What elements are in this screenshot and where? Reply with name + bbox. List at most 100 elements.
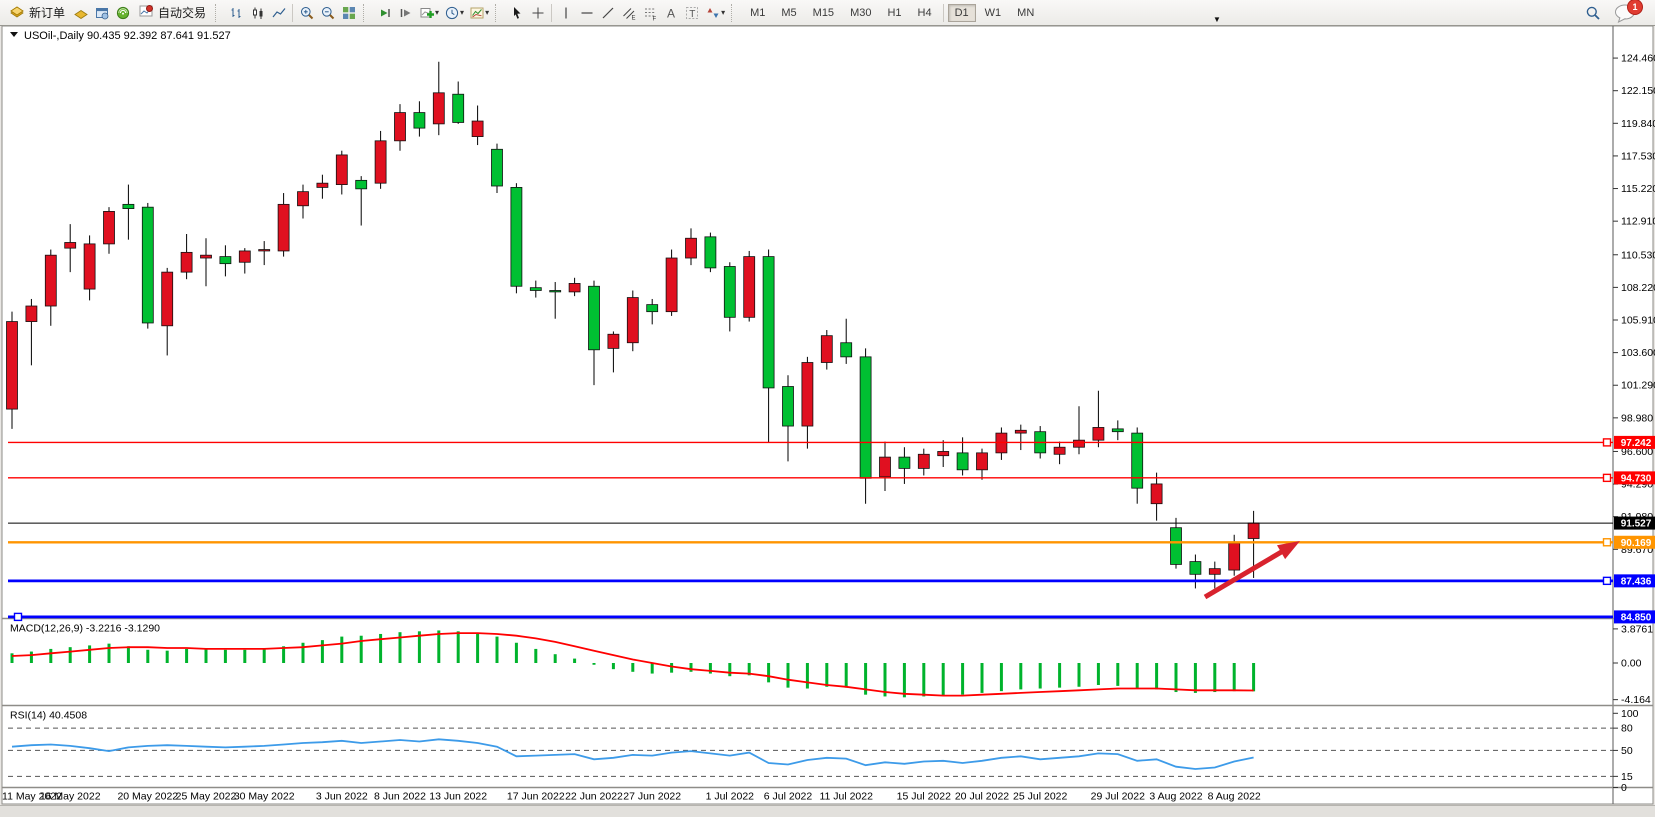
templates-dropdown-icon[interactable]: [466, 3, 487, 23]
line-handle[interactable]: [1604, 539, 1611, 546]
timeframe-toolbar: M1M5M15M30H1H4 D1W1MN: [742, 4, 1042, 22]
market-watch-icon[interactable]: [112, 3, 133, 23]
price-label-94.730: 94.730: [1614, 471, 1655, 484]
window-bottom-edge: [0, 805, 1655, 817]
date-tick-label: 8 Aug 2022: [1208, 791, 1261, 803]
timeframe-w1[interactable]: W1: [978, 4, 1009, 22]
macd-bar: [728, 663, 731, 676]
price-label-90.169: 90.169: [1614, 536, 1655, 549]
macd-bar: [573, 659, 576, 663]
candle: [627, 290, 638, 351]
chat-icon[interactable]: 1: [1613, 3, 1639, 23]
line-handle[interactable]: [1604, 577, 1611, 584]
line-handle[interactable]: [1604, 439, 1611, 446]
date-tick-label: 22 Jun 2022: [565, 791, 623, 803]
chart-title: USOil-,Daily 90.435 92.392 87.641 91.527: [24, 30, 231, 42]
text-label-icon[interactable]: T: [681, 3, 702, 23]
chart-area[interactable]: USOil-,Daily 90.435 92.392 87.641 91.527…: [0, 26, 1655, 805]
chevron-down-icon[interactable]: ▾: [460, 8, 464, 17]
horizontal-line-icon[interactable]: [576, 3, 597, 23]
price-tick-label: 101.290: [1621, 380, 1655, 392]
macd-bar: [1252, 663, 1255, 691]
chevron-down-icon[interactable]: ▾: [721, 8, 725, 17]
zoom-out-icon[interactable]: [317, 3, 338, 23]
macd-bar: [30, 652, 33, 663]
macd-bar: [496, 637, 499, 663]
cursor-icon[interactable]: [506, 3, 527, 23]
macd-bar: [1039, 663, 1042, 689]
timeframe-h1[interactable]: H1: [880, 4, 908, 22]
candlestick-chart-icon[interactable]: [247, 3, 268, 23]
macd-bar: [709, 663, 712, 674]
profiles-icon[interactable]: [91, 3, 112, 23]
auto-trading-icon: [138, 3, 154, 22]
price-tick-label: 98.980: [1621, 412, 1653, 424]
timeframe-m5[interactable]: M5: [774, 4, 803, 22]
macd-bar: [302, 643, 305, 663]
price-label-91.527: 91.527: [1614, 517, 1655, 530]
macd-bar: [1213, 663, 1216, 692]
line-handle[interactable]: [1604, 474, 1611, 481]
new-order-button[interactable]: 新订单: [4, 1, 70, 24]
auto-scroll-icon[interactable]: [374, 3, 395, 23]
macd-scale-label: 3.8761: [1621, 623, 1653, 635]
chevron-down-icon[interactable]: ▾: [435, 8, 439, 17]
search-icon[interactable]: [1582, 3, 1603, 23]
equidistant-channel-icon[interactable]: E: [618, 3, 639, 23]
chart-shift-icon[interactable]: [395, 3, 416, 23]
periods-dropdown-icon[interactable]: [441, 3, 462, 23]
svg-text:T: T: [689, 8, 695, 19]
macd-bar: [942, 663, 945, 696]
toolbar-separator: [292, 4, 293, 22]
date-tick-label: 8 Jun 2022: [374, 791, 426, 803]
macd-bar: [1136, 663, 1139, 689]
toolbar-grip: [215, 4, 222, 22]
auto-trading-button[interactable]: 自动交易: [133, 1, 211, 24]
svg-text:91.527: 91.527: [1621, 519, 1652, 530]
macd-bar: [787, 663, 790, 688]
svg-text:97.242: 97.242: [1621, 438, 1652, 449]
fibonacci-icon[interactable]: F: [639, 3, 660, 23]
line-handle[interactable]: [15, 613, 22, 620]
macd-bar: [437, 630, 440, 663]
svg-text:E: E: [631, 15, 635, 21]
line-chart-icon[interactable]: [268, 3, 289, 23]
trendline-icon[interactable]: [597, 3, 618, 23]
vertical-line-icon[interactable]: [555, 3, 576, 23]
toolbar-overflow-arrow[interactable]: ▼: [1213, 15, 1221, 24]
timeframe-m30[interactable]: M30: [843, 4, 878, 22]
timeframe-m1[interactable]: M1: [743, 4, 772, 22]
macd-bar: [670, 663, 673, 673]
timeframe-d1[interactable]: D1: [948, 4, 976, 22]
chevron-down-icon[interactable]: ▾: [485, 8, 489, 17]
macd-label: MACD(12,26,9) -3.2216 -3.1290: [10, 623, 160, 635]
rsi-scale-label: 80: [1621, 723, 1633, 735]
macd-bar: [515, 643, 518, 663]
crosshair-icon[interactable]: [527, 3, 548, 23]
macd-bar: [224, 650, 227, 663]
rsi-scale-label: 0: [1621, 782, 1627, 794]
new-chart-dropdown-icon[interactable]: [416, 3, 437, 23]
bar-chart-icon[interactable]: [226, 3, 247, 23]
timeframe-h4[interactable]: H4: [911, 4, 939, 22]
macd-bar: [767, 663, 770, 682]
date-tick-label: 3 Aug 2022: [1149, 791, 1202, 803]
data-window-icon[interactable]: [70, 3, 91, 23]
timeframe-mn[interactable]: MN: [1010, 4, 1041, 22]
chart-window-title: USOil-,Daily 90.435 92.392 87.641 91.527: [10, 30, 231, 42]
date-tick-label: 30 May 2022: [234, 791, 295, 803]
timeframe-m15[interactable]: M15: [806, 4, 841, 22]
macd-bar: [981, 663, 984, 693]
arrow-shapes-icon[interactable]: [702, 3, 723, 23]
text-icon[interactable]: A: [660, 3, 681, 23]
macd-bar: [127, 646, 130, 663]
macd-bar: [612, 663, 615, 669]
candle: [142, 203, 153, 329]
macd-bar: [340, 637, 343, 663]
zoom-in-icon[interactable]: [296, 3, 317, 23]
macd-bar: [11, 653, 14, 663]
price-tick-label: 103.600: [1621, 347, 1655, 359]
macd-bar: [1078, 663, 1081, 687]
macd-bar: [1116, 663, 1119, 686]
tile-windows-icon[interactable]: [338, 3, 359, 23]
